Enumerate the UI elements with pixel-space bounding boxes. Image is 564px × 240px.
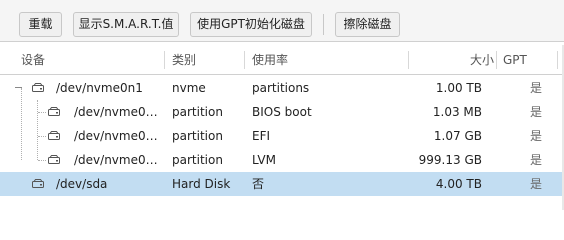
hard-drive-icon	[32, 179, 44, 188]
column-header-device[interactable]: 设备	[21, 45, 161, 75]
column-divider	[557, 51, 558, 69]
device-type: nvme	[172, 81, 206, 95]
device-size: 999.13 GB	[418, 153, 482, 167]
toolbar-separator	[323, 14, 324, 35]
column-divider	[408, 51, 409, 69]
column-divider	[496, 51, 497, 69]
device-usage: LVM	[252, 153, 276, 167]
initialize-gpt-button[interactable]: 使用GPT初始化磁盘	[190, 12, 312, 37]
device-name: /dev/nvme0n1p2	[74, 129, 164, 143]
show-smart-values-button[interactable]: 显示S.M.A.R.T.值	[73, 12, 179, 37]
toolbar: 重载 显示S.M.A.R.T.值 使用GPT初始化磁盘 擦除磁盘	[0, 0, 564, 42]
device-type: partition	[172, 129, 223, 143]
device-name: /dev/nvme0n1p3	[74, 153, 164, 167]
table-row[interactable]: /dev/nvme0n1p3 partition LVM 999.13 GB 是	[0, 148, 564, 172]
device-type: partition	[172, 153, 223, 167]
device-gpt: 是	[529, 177, 542, 191]
device-size: 4.00 TB	[435, 177, 482, 191]
grid-header: 设备 类别 使用率 大小 GPT	[0, 45, 564, 75]
column-header-size[interactable]: 大小	[412, 45, 494, 75]
device-size: 1.00 TB	[435, 81, 482, 95]
hard-drive-icon	[48, 131, 60, 140]
wipe-disk-button[interactable]: 擦除磁盘	[335, 12, 400, 37]
table-row-selected[interactable]: /dev/sda Hard Disk 否 4.00 TB 是	[0, 172, 564, 196]
table-row[interactable]: /dev/nvme0n1p2 partition EFI 1.07 GB 是	[0, 124, 564, 148]
device-type: partition	[172, 105, 223, 119]
device-gpt: 是	[529, 81, 542, 95]
device-usage: partitions	[252, 81, 310, 95]
device-type: Hard Disk	[172, 177, 231, 191]
device-name: /dev/nvme0n1	[56, 81, 143, 95]
hard-drive-icon	[48, 107, 60, 116]
hard-drive-icon	[32, 83, 44, 92]
table-row[interactable]: /dev/nvme0n1p1 partition BIOS boot 1.03 …	[0, 100, 564, 124]
device-gpt: 是	[529, 105, 542, 119]
device-usage: EFI	[252, 129, 271, 143]
hard-drive-icon	[48, 155, 60, 164]
column-header-type[interactable]: 类别	[172, 45, 242, 75]
device-gpt: 是	[529, 153, 542, 167]
device-size: 1.07 GB	[433, 129, 482, 143]
reload-button[interactable]: 重载	[19, 12, 62, 37]
table-row[interactable]: /dev/nvme0n1 nvme partitions 1.00 TB 是	[0, 76, 564, 100]
column-header-gpt[interactable]: GPT	[503, 45, 553, 75]
tree-collapse-icon[interactable]	[15, 87, 22, 88]
device-gpt: 是	[529, 129, 542, 143]
device-name: /dev/sda	[56, 177, 108, 191]
column-divider	[164, 51, 165, 69]
device-name: /dev/nvme0n1p1	[74, 105, 164, 119]
column-header-usage[interactable]: 使用率	[252, 45, 402, 75]
column-divider	[244, 51, 245, 69]
device-usage: 否	[252, 177, 265, 191]
device-usage: BIOS boot	[252, 105, 312, 119]
device-size: 1.03 MB	[432, 105, 482, 119]
